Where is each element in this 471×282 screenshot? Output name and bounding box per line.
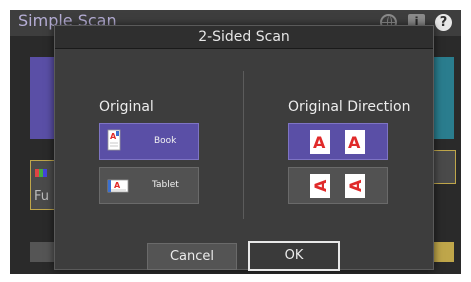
svg-text:A: A xyxy=(110,132,117,141)
svg-text:A: A xyxy=(311,179,330,192)
upright-page-icon: A xyxy=(310,130,330,154)
svg-text:A: A xyxy=(114,181,121,190)
sideways-page-icon: A xyxy=(345,174,365,198)
background-card-label: Fu xyxy=(34,189,50,204)
two-sided-scan-dialog: 2-Sided Scan Original Original Direction… xyxy=(54,25,434,271)
direction-sideways-button[interactable]: A A xyxy=(288,167,388,204)
color-mode-icon xyxy=(35,169,47,177)
section-divider xyxy=(243,71,244,219)
background-tile-purple xyxy=(30,57,55,139)
svg-text:A: A xyxy=(346,179,365,192)
sideways-page-icon: A xyxy=(310,174,330,198)
dialog-title: 2-Sided Scan xyxy=(198,29,290,45)
upright-page-icon: A xyxy=(345,130,365,154)
book-icon: A xyxy=(107,129,121,151)
original-direction-heading: Original Direction xyxy=(288,99,411,115)
help-icon[interactable]: ? xyxy=(435,14,452,31)
direction-upright-button[interactable]: A A xyxy=(288,123,388,160)
svg-text:A: A xyxy=(348,133,361,152)
tablet-option-label: Tablet xyxy=(152,180,179,190)
ok-button[interactable]: OK xyxy=(248,241,340,271)
book-option-button[interactable]: A Book xyxy=(99,123,199,160)
cancel-button[interactable]: Cancel xyxy=(147,243,237,270)
background-setting-card-right xyxy=(432,150,456,184)
tablet-option-button[interactable]: A Tablet xyxy=(99,167,199,204)
background-setting-card: Fu xyxy=(30,160,57,210)
svg-text:A: A xyxy=(313,133,326,152)
book-option-label: Book xyxy=(154,136,177,146)
tablet-icon: A xyxy=(107,179,129,193)
original-heading: Original xyxy=(99,99,154,115)
scanner-screen: Simple Scan i ? Fu 2-Sided Scan Original… xyxy=(10,10,461,274)
dialog-header: 2-Sided Scan xyxy=(55,26,433,49)
